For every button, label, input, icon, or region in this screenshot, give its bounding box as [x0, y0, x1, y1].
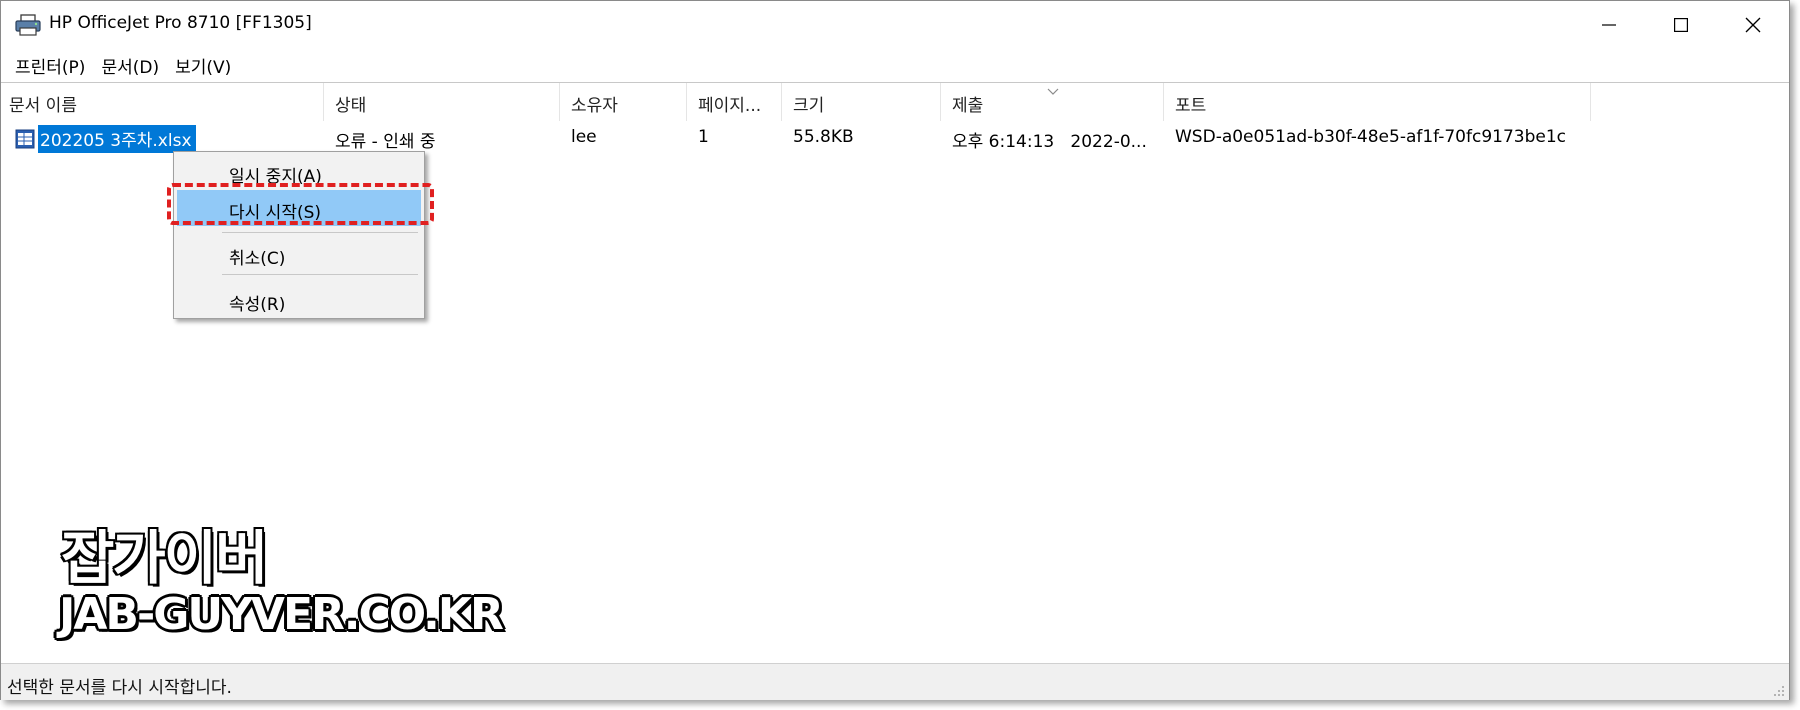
pages-cell: 1: [698, 127, 709, 147]
document-name-cell[interactable]: 202205 3주차.xlsx: [15, 125, 196, 153]
port-cell: WSD-a0e051ad-b30f-48e5-af1f-70fc9173be1c: [1175, 127, 1567, 147]
table-row[interactable]: 202205 3주차.xlsx 오류 - 인쇄 중 lee 1 55.8KB 오…: [1, 123, 1789, 153]
menu-printer[interactable]: 프린터(P): [7, 49, 93, 81]
maximize-button[interactable]: [1645, 1, 1717, 49]
print-queue-window: HP OfficeJet Pro 8710 [FF1305] 프린터(P) 문서…: [0, 0, 1790, 700]
status-text: 선택한 문서를 다시 시작합니다.: [7, 678, 232, 698]
maximize-icon: [1674, 18, 1688, 32]
printer-icon: [15, 14, 41, 36]
minimize-icon: [1602, 18, 1616, 32]
chevron-down-icon: [1047, 85, 1059, 98]
watermark-url: JAB-GUYVER.CO.KR: [59, 589, 504, 640]
context-menu: 일시 중지(A) 다시 시작(S) 취소(C) 속성(R): [173, 151, 425, 319]
document-name[interactable]: 202205 3주차.xlsx: [38, 125, 196, 153]
minimize-button[interactable]: [1573, 1, 1645, 49]
owner-cell: lee: [571, 127, 597, 147]
menu-document[interactable]: 문서(D): [93, 49, 167, 81]
close-icon: [1745, 17, 1761, 33]
menu-view[interactable]: 보기(V): [167, 49, 239, 81]
window-title: HP OfficeJet Pro 8710 [FF1305]: [49, 13, 312, 33]
close-button[interactable]: [1717, 1, 1789, 49]
watermark-title: 잡가이버: [59, 523, 269, 594]
column-header-document-name[interactable]: 문서 이름: [1, 83, 324, 121]
title-bar[interactable]: HP OfficeJet Pro 8710 [FF1305]: [1, 1, 1789, 49]
column-header-size[interactable]: 크기: [785, 83, 941, 121]
context-menu-divider: [222, 274, 418, 275]
context-menu-divider: [222, 232, 418, 233]
excel-file-icon: [15, 129, 35, 149]
column-header-owner[interactable]: 소유자: [563, 83, 687, 121]
status-bar: 선택한 문서를 다시 시작합니다.: [1, 664, 1789, 700]
resize-grip-icon[interactable]: [1771, 682, 1785, 696]
status-cell: 오류 - 인쇄 중: [335, 132, 436, 152]
column-header-status[interactable]: 상태: [327, 83, 560, 121]
context-menu-properties[interactable]: 속성(R): [177, 282, 421, 318]
context-menu-cancel[interactable]: 취소(C): [177, 236, 421, 272]
column-header-port[interactable]: 포트: [1167, 83, 1591, 121]
column-header-pages[interactable]: 페이지...: [690, 83, 782, 121]
column-header-row: 문서 이름 상태 소유자 페이지... 크기 제출 포트: [1, 83, 1789, 121]
menu-bar: 프린터(P) 문서(D) 보기(V): [1, 49, 1789, 81]
annotation-callout-box: [167, 183, 434, 225]
size-cell: 55.8KB: [793, 127, 854, 147]
submitted-cell: 오후 6:14:13 2022-0...: [952, 132, 1147, 152]
